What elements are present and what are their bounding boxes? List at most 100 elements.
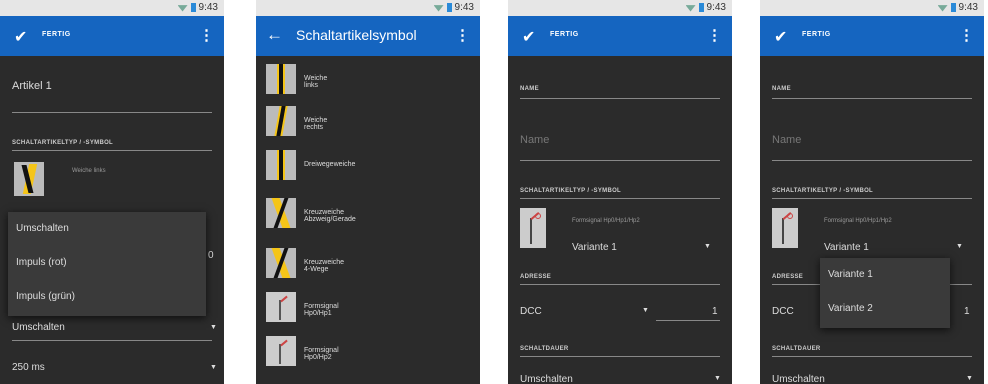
screen-1: 9:43 ✔ FERTIG ⋮ Artikel 1 SCHALTARTIKELT…: [0, 0, 224, 384]
page-title: Schaltartikelsymbol: [296, 27, 417, 43]
symbol-thumbnail[interactable]: [14, 162, 44, 196]
list-item-label: Formsignal Hp0/Hp1: [304, 303, 339, 317]
check-icon[interactable]: ✔: [14, 27, 27, 47]
type-label: SCHALTARTIKELTYP / -SYMBOL: [520, 188, 622, 194]
divider: [12, 150, 212, 151]
duration-dropdown[interactable]: Umschalten: [520, 374, 573, 384]
app-bar: ← Schaltartikelsymbol ⋮: [256, 16, 480, 56]
duration-dropdown[interactable]: 250 ms: [12, 362, 45, 373]
variant-dropdown[interactable]: Variante 1: [824, 242, 869, 253]
list-item-label: Kreuzweiche Abzweig/Gerade: [304, 209, 356, 223]
protocol-dropdown[interactable]: DCC: [772, 306, 794, 317]
app-bar: ✔ FERTIG ⋮: [508, 16, 732, 56]
divider: [520, 160, 720, 161]
popup-item-impuls-gruen[interactable]: Impuls (grün): [8, 280, 206, 314]
duration-dropdown[interactable]: Umschalten: [772, 374, 825, 384]
popup-item-variante-2[interactable]: Variante 2: [820, 292, 950, 326]
list-item-label: Weiche rechts: [304, 117, 328, 131]
list-item-label: Dreiwegeweiche: [304, 161, 356, 168]
overflow-menu-icon[interactable]: ⋮: [455, 26, 470, 44]
symbol-thumbnail: [266, 248, 296, 278]
variant-popup: Variante 1 Variante 2: [820, 258, 950, 328]
status-bar: 9:43: [508, 0, 732, 16]
duration-label: SCHALTDAUER: [772, 346, 821, 352]
popup-item-umschalten[interactable]: Umschalten: [8, 212, 206, 246]
symbol-name: Formsignal Hp0/Hp1/Hp2: [824, 218, 892, 224]
name-input[interactable]: Name: [520, 134, 549, 146]
screen-4: 9:43 ✔ FERTIG ⋮ NAME Name SCHALTARTIKELT…: [760, 0, 984, 384]
address-input[interactable]: 1: [964, 306, 970, 317]
wifi-icon: [937, 5, 948, 12]
variant-dropdown[interactable]: Variante 1: [572, 242, 617, 253]
dropdown-arrow-icon: ▼: [210, 324, 217, 331]
done-button[interactable]: FERTIG: [802, 31, 831, 38]
status-time: 9:43: [198, 2, 218, 13]
name-label: NAME: [772, 86, 791, 92]
divider: [12, 340, 212, 341]
address-input[interactable]: 1: [712, 306, 718, 317]
status-time: 9:43: [958, 2, 978, 13]
dropdown-arrow-icon: ▼: [714, 375, 721, 382]
overflow-menu-icon[interactable]: ⋮: [707, 26, 722, 44]
popup-value: 0: [208, 250, 214, 261]
screen-2: 9:43 ← Schaltartikelsymbol ⋮ Weiche link…: [256, 0, 480, 384]
divider: [12, 112, 212, 113]
duration-popup: Umschalten Impuls (rot) Impuls (grün): [8, 212, 206, 316]
signal-thumbnail[interactable]: [772, 208, 798, 248]
done-button[interactable]: FERTIG: [550, 31, 579, 38]
list-item-label: Kreuzweiche 4-Wege: [304, 259, 345, 273]
battery-icon: [950, 3, 956, 12]
name-label: NAME: [520, 86, 539, 92]
status-time: 9:43: [454, 2, 474, 13]
battery-icon: [190, 3, 196, 12]
app-bar: ✔ FERTIG ⋮: [760, 16, 984, 56]
address-label: ADRESSE: [772, 274, 804, 280]
divider: [520, 356, 720, 357]
battery-icon: [446, 3, 452, 12]
list-item-label: Weiche links: [304, 75, 328, 89]
symbol-thumbnail: [266, 150, 296, 180]
protocol-dropdown[interactable]: DCC: [520, 306, 542, 317]
done-button[interactable]: FERTIG: [42, 31, 71, 38]
battery-icon: [698, 3, 704, 12]
back-arrow-icon[interactable]: ←: [266, 25, 283, 45]
check-icon[interactable]: ✔: [522, 27, 535, 47]
symbol-name: Weiche links: [72, 168, 106, 174]
symbol-thumbnail: [266, 106, 296, 136]
dropdown-arrow-icon: ▼: [956, 243, 963, 250]
divider: [520, 284, 720, 285]
signal-thumbnail: [266, 292, 296, 322]
status-time: 9:43: [706, 2, 726, 13]
dropdown-arrow-icon: ▼: [210, 364, 217, 371]
status-bar: 9:43: [0, 0, 224, 16]
overflow-menu-icon[interactable]: ⋮: [199, 26, 214, 44]
signal-thumbnail: [266, 336, 296, 366]
mode-dropdown[interactable]: Umschalten: [12, 322, 65, 333]
screen-3: 9:43 ✔ FERTIG ⋮ NAME Name SCHALTARTIKELT…: [508, 0, 732, 384]
divider: [520, 98, 720, 99]
address-underline: [656, 320, 720, 321]
status-bar: 9:43: [760, 0, 984, 16]
popup-item-variante-1[interactable]: Variante 1: [820, 258, 950, 292]
type-label: SCHALTARTIKELTYP / -SYMBOL: [772, 188, 874, 194]
app-bar: ✔ FERTIG ⋮: [0, 16, 224, 56]
divider: [772, 160, 972, 161]
popup-item-impuls-rot[interactable]: Impuls (rot): [8, 246, 206, 280]
symbol-thumbnail: [266, 64, 296, 94]
wifi-icon: [433, 5, 444, 12]
check-icon[interactable]: ✔: [774, 27, 787, 47]
wifi-icon: [177, 5, 188, 12]
name-input[interactable]: Name: [772, 134, 801, 146]
overflow-menu-icon[interactable]: ⋮: [959, 26, 974, 44]
symbol-name: Formsignal Hp0/Hp1/Hp2: [572, 218, 640, 224]
signal-thumbnail[interactable]: [520, 208, 546, 248]
address-label: ADRESSE: [520, 274, 552, 280]
wifi-icon: [685, 5, 696, 12]
article-name-field[interactable]: Artikel 1: [12, 80, 52, 92]
symbol-thumbnail: [266, 198, 296, 228]
dropdown-arrow-icon: ▼: [642, 307, 649, 314]
type-label: SCHALTARTIKELTYP / -SYMBOL: [12, 140, 114, 146]
divider: [772, 98, 972, 99]
divider: [772, 198, 972, 199]
divider: [520, 198, 720, 199]
